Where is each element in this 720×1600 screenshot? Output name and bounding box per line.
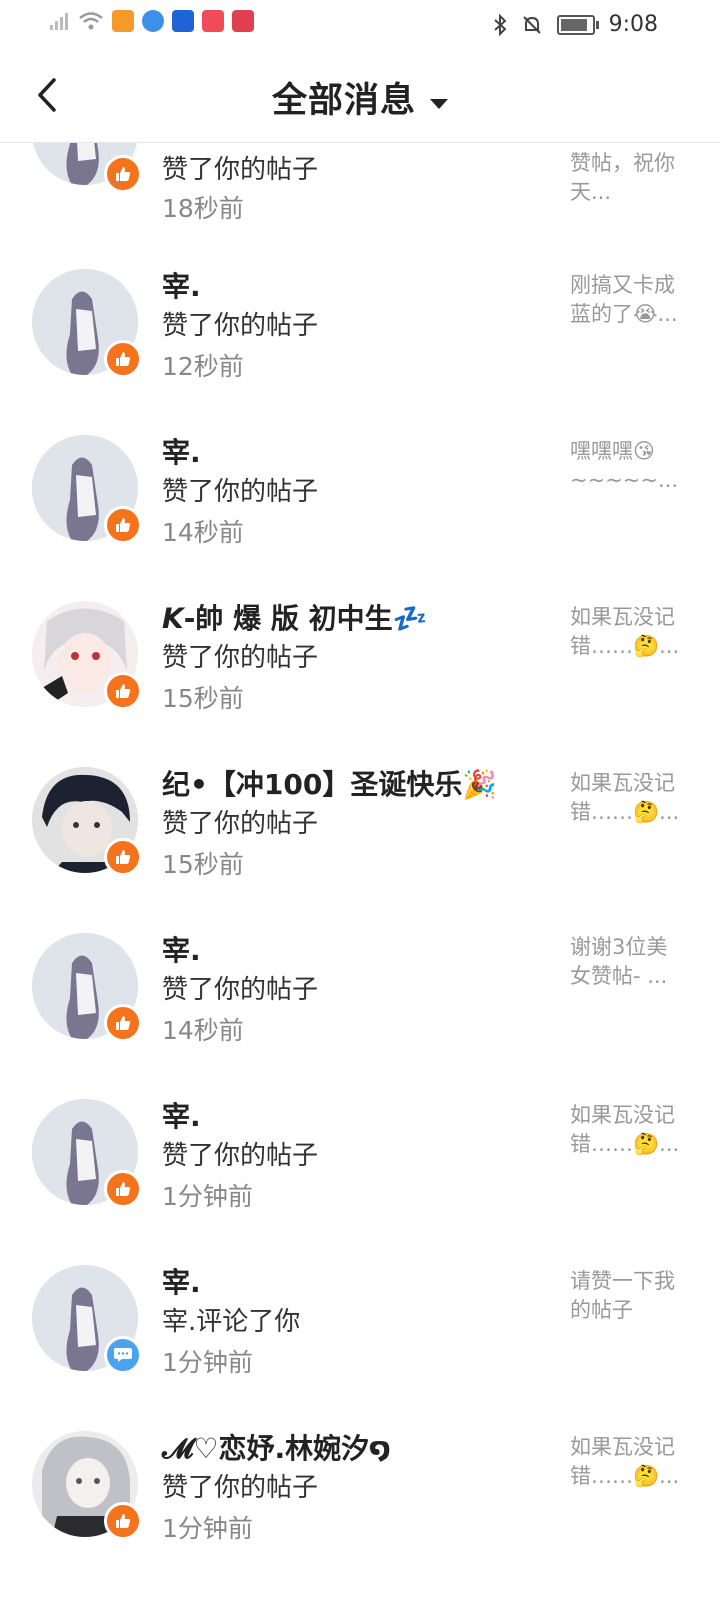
post-preview: 刚搞又卡成蓝的了😭... [570,273,678,326]
message-item[interactable]: 𝙆-帥 爆 版 初中生💤 赞了你的帖子 15秒前 如果瓦没记错……🤔... [0,597,720,763]
status-bar-right: 9:08 [493,12,658,37]
like-badge-icon [104,506,142,544]
message-item[interactable]: 宰. 赞了你的帖子 12秒前 刚搞又卡成蓝的了😭... [0,265,720,431]
book-app-icon [232,10,254,32]
message-action: 赞了你的帖子 [162,311,319,341]
message-action: 宰.评论了你 [162,1307,301,1337]
mail-app-icon [202,10,224,32]
like-badge-icon [104,155,142,193]
battery-icon [556,14,599,35]
message-time: 1分钟前 [162,1348,253,1377]
page-title: 全部消息 [271,81,416,121]
sender-name[interactable]: 𝙆-帥 爆 版 初中生💤 [162,597,427,637]
post-preview: 如果瓦没记错……🤔... [570,771,680,824]
message-item[interactable]: 赞了你的帖子 18秒前 赞帖，祝你天... [0,143,720,223]
post-preview: 赞帖，祝你天... [570,151,675,204]
bulb-app-icon [172,10,194,32]
message-time: 15秒前 [162,684,244,713]
message-item[interactable]: 纪•【冲100】圣诞快乐🎉 赞了你的帖子 15秒前 如果瓦没记错……🤔... [0,763,720,929]
sender-name[interactable]: 宰. [162,265,201,305]
sender-name[interactable]: 𝓜♡恋妤.林婉汐໑ [162,1427,391,1467]
comment-badge-icon [104,1336,142,1374]
like-badge-icon [104,1502,142,1540]
bluetooth-icon [493,13,507,36]
message-action: 赞了你的帖子 [162,643,319,673]
message-action: 赞了你的帖子 [162,809,319,839]
sender-name[interactable]: 宰. [162,1095,201,1135]
message-time: 18秒前 [162,194,244,223]
status-bar-left [48,10,254,32]
video-app-icon [112,10,134,32]
message-action: 赞了你的帖子 [162,155,319,185]
post-preview: 如果瓦没记错……🤔... [570,1435,680,1488]
like-badge-icon [104,1170,142,1208]
message-action: 赞了你的帖子 [162,1473,319,1503]
signal-icon [48,10,70,32]
post-preview: 如果瓦没记错……🤔... [570,1103,680,1156]
post-preview: 谢谢3位美女赞帖- ... [570,935,668,988]
caret-down-icon [430,98,448,109]
message-time: 1分钟前 [162,1514,253,1543]
wifi-icon [79,12,103,30]
mute-icon [522,15,541,34]
like-badge-icon [104,1004,142,1042]
message-list[interactable]: 赞了你的帖子 18秒前 赞帖，祝你天... 宰. 赞了你的帖子 12秒前 刚搞又… [0,143,720,1600]
post-preview: 请赞一下我的帖子 [570,1269,675,1322]
like-badge-icon [104,340,142,378]
message-item[interactable]: 宰. 赞了你的帖子 14秒前 谢谢3位美女赞帖- ... [0,929,720,1095]
message-time: 1分钟前 [162,1182,253,1211]
message-item[interactable]: 宰. 宰.评论了你 1分钟前 请赞一下我的帖子 [0,1261,720,1427]
header: 全部消息 [0,48,720,143]
message-time: 15秒前 [162,850,244,879]
post-preview: 嘿嘿嘿😘~~~~~... [570,439,679,492]
message-action: 赞了你的帖子 [162,975,319,1005]
message-item[interactable]: 𝓜♡恋妤.林婉汐໑ 赞了你的帖子 1分钟前 如果瓦没记错……🤔... [0,1427,720,1593]
sender-name[interactable]: 纪•【冲100】圣诞快乐🎉 [162,763,497,803]
browser-app-icon [142,10,164,32]
message-time: 12秒前 [162,352,244,381]
status-bar: 9:08 [0,0,720,48]
message-action: 赞了你的帖子 [162,477,319,507]
message-item[interactable]: 宰. 赞了你的帖子 14秒前 嘿嘿嘿😘~~~~~... [0,431,720,597]
title-dropdown[interactable]: 全部消息 [0,72,720,123]
like-badge-icon [104,838,142,876]
post-preview: 如果瓦没记错……🤔... [570,605,680,658]
like-badge-icon [104,672,142,710]
status-time: 9:08 [608,12,658,37]
sender-name[interactable]: 宰. [162,1261,201,1301]
message-time: 14秒前 [162,518,244,547]
sender-name[interactable]: 宰. [162,929,201,969]
message-item[interactable]: 宰. 赞了你的帖子 1分钟前 如果瓦没记错……🤔... [0,1095,720,1261]
message-action: 赞了你的帖子 [162,1141,319,1171]
sender-name[interactable]: 宰. [162,431,201,471]
message-time: 14秒前 [162,1016,244,1045]
